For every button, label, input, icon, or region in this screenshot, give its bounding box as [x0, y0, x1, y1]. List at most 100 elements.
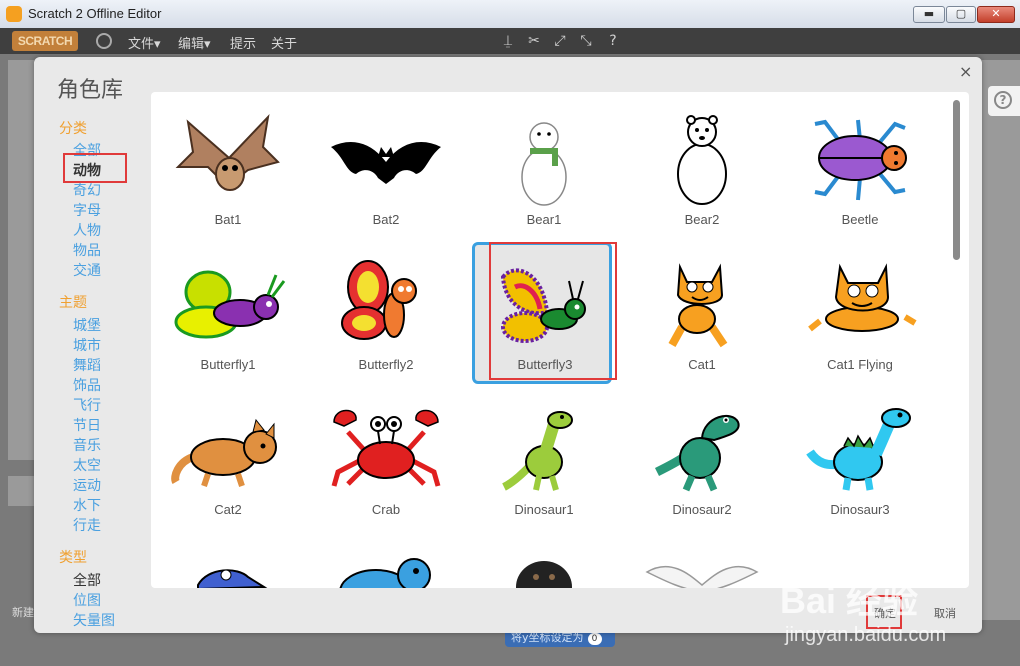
- cat-flying-icon: [808, 263, 917, 332]
- sprite-tile-bear1[interactable]: Bear1: [474, 100, 614, 242]
- category-animals[interactable]: 动物: [73, 160, 101, 180]
- stage-area: [8, 60, 34, 460]
- partial-sprite-icon: [197, 569, 268, 588]
- sprite-label: Dinosaur3: [830, 502, 890, 517]
- butterfly-purple-icon: [500, 268, 586, 343]
- sprite-tile-beetle[interactable]: Beetle: [790, 100, 930, 242]
- theme-city[interactable]: 城市: [73, 335, 101, 355]
- globe-icon[interactable]: [96, 33, 112, 49]
- sprite-tile-butterfly3[interactable]: Butterfly3: [472, 242, 612, 384]
- polar-bear-scarf-icon: [521, 122, 567, 206]
- new-sprite-label: 新建: [12, 606, 34, 619]
- sprite-tile-crab[interactable]: Crab: [316, 390, 456, 532]
- sprite-tile-bat1[interactable]: Bat1: [158, 100, 298, 242]
- menu-edit[interactable]: 编辑▾: [178, 33, 211, 52]
- butterfly-green-icon: [174, 270, 286, 339]
- sprite-label: Crab: [371, 502, 401, 517]
- type-all[interactable]: 全部: [73, 570, 101, 590]
- sprite-label: Butterfly3: [517, 357, 573, 372]
- scratch-logo[interactable]: SCRATCH: [12, 31, 78, 51]
- help-tab[interactable]: ?: [988, 86, 1020, 116]
- sprite-tile-bat2[interactable]: Bat2: [316, 100, 456, 242]
- partial-dog-icon: [339, 558, 431, 588]
- sprite-label: Bear2: [684, 212, 720, 227]
- dinosaur-cyan-icon: [806, 408, 911, 491]
- sprite-library-dialog: 角色库 × 分类 全部 动物 奇幻 字母 人物 物品 交通 主题 城堡 城市 舞…: [34, 57, 982, 633]
- dinosaur-teal-icon: [654, 414, 740, 492]
- sprite-label: Butterfly2: [358, 357, 414, 372]
- grid-scrollbar[interactable]: [951, 96, 961, 584]
- scripts-area: [982, 60, 1020, 620]
- sprite-tile-bear2[interactable]: Bear2: [632, 100, 772, 242]
- sprite-tile-partial-1[interactable]: [158, 535, 298, 588]
- sprite-tile-dinosaur2[interactable]: Dinosaur2: [632, 390, 772, 532]
- close-window-button[interactable]: ✕: [977, 6, 1015, 23]
- sprite-tile-butterfly1[interactable]: Butterfly1: [158, 245, 298, 387]
- bat-black-icon: [331, 142, 441, 184]
- shrink-icon[interactable]: ⤡: [578, 33, 594, 49]
- category-transportation[interactable]: 交通: [73, 260, 101, 280]
- menu-bar: SCRATCH 文件▾ 编辑▾ 提示 关于 ⍊ ✂ ⤢ ⤡ ?: [0, 28, 1020, 54]
- sprite-tile-butterfly2[interactable]: Butterfly2: [316, 245, 456, 387]
- grow-icon[interactable]: ⤢: [552, 33, 568, 49]
- sprite-label: Dinosaur2: [672, 502, 732, 517]
- stamp-icon[interactable]: ⍊: [500, 33, 516, 49]
- category-things[interactable]: 物品: [73, 240, 101, 260]
- theme-dance[interactable]: 舞蹈: [73, 355, 101, 375]
- theme-underwater[interactable]: 水下: [73, 495, 101, 515]
- menu-tips[interactable]: 提示: [230, 33, 256, 52]
- cat-icon: [668, 263, 728, 348]
- theme-music[interactable]: 音乐: [73, 435, 101, 455]
- sprite-label: Dinosaur1: [514, 502, 574, 517]
- sprite-tile-dinosaur3[interactable]: Dinosaur3: [790, 390, 930, 532]
- cat2-icon: [171, 418, 277, 487]
- crab-icon: [331, 409, 441, 487]
- bat-brown-icon: [175, 113, 280, 191]
- sprite-label: Cat1 Flying: [827, 357, 893, 372]
- beetle-icon: [814, 119, 907, 201]
- sprite-label: Butterfly1: [200, 357, 256, 372]
- sprite-tile-cat1-flying[interactable]: Cat1 Flying: [790, 245, 930, 387]
- theme-walking[interactable]: 行走: [73, 515, 101, 535]
- sprite-grid[interactable]: Bat1 Bat2 Bear1 Bear2 Beetle Butterfly1 …: [151, 92, 969, 588]
- cut-icon[interactable]: ✂: [526, 33, 542, 49]
- sprite-tile-partial-3[interactable]: [474, 535, 614, 588]
- maximize-button[interactable]: ▢: [946, 6, 976, 23]
- sprite-pane-header: [8, 476, 34, 506]
- theme-flying[interactable]: 飞行: [73, 395, 101, 415]
- sprite-tile-partial-2[interactable]: [316, 535, 456, 588]
- sprite-label: Beetle: [841, 212, 879, 227]
- sprite-tile-cat1[interactable]: Cat1: [632, 245, 772, 387]
- menu-about[interactable]: 关于: [271, 33, 297, 52]
- butterfly-red-icon: [341, 260, 417, 340]
- minimize-button[interactable]: ▬: [913, 6, 945, 23]
- dialog-title: 角色库: [57, 78, 124, 103]
- help-icon[interactable]: ?: [605, 33, 621, 49]
- scrollbar-thumb[interactable]: [953, 100, 960, 260]
- sprite-label: Cat1: [688, 357, 716, 372]
- theme-space[interactable]: 太空: [73, 455, 101, 475]
- type-vector[interactable]: 矢量图: [73, 610, 115, 630]
- window-titlebar: Scratch 2 Offline Editor ▬ ▢ ✕: [0, 0, 1020, 29]
- cancel-button[interactable]: 取消: [926, 603, 964, 625]
- theme-dress-up[interactable]: 饰品: [73, 375, 101, 395]
- category-fantasy[interactable]: 奇幻: [73, 180, 101, 200]
- category-people[interactable]: 人物: [73, 220, 101, 240]
- ok-button[interactable]: 确定: [867, 603, 903, 625]
- sprite-tile-cat2[interactable]: Cat2: [158, 390, 298, 532]
- question-icon: ?: [994, 91, 1012, 109]
- sprite-tile-dinosaur1[interactable]: Dinosaur1: [474, 390, 614, 532]
- dinosaur-green-icon: [502, 411, 573, 491]
- theme-holiday[interactable]: 节日: [73, 415, 101, 435]
- theme-sports[interactable]: 运动: [73, 475, 101, 495]
- menu-file[interactable]: 文件▾: [128, 33, 161, 52]
- theme-castle[interactable]: 城堡: [73, 315, 101, 335]
- sprite-label: Bat2: [372, 212, 400, 227]
- sprite-label: Bat1: [214, 212, 242, 227]
- dialog-close-icon[interactable]: ×: [959, 62, 972, 81]
- category-letters[interactable]: 字母: [73, 200, 101, 220]
- category-all[interactable]: 全部: [73, 140, 101, 160]
- partial-puppy-icon: [516, 561, 572, 588]
- sprite-tile-partial-4[interactable]: [632, 535, 772, 588]
- type-bitmap[interactable]: 位图: [73, 590, 101, 610]
